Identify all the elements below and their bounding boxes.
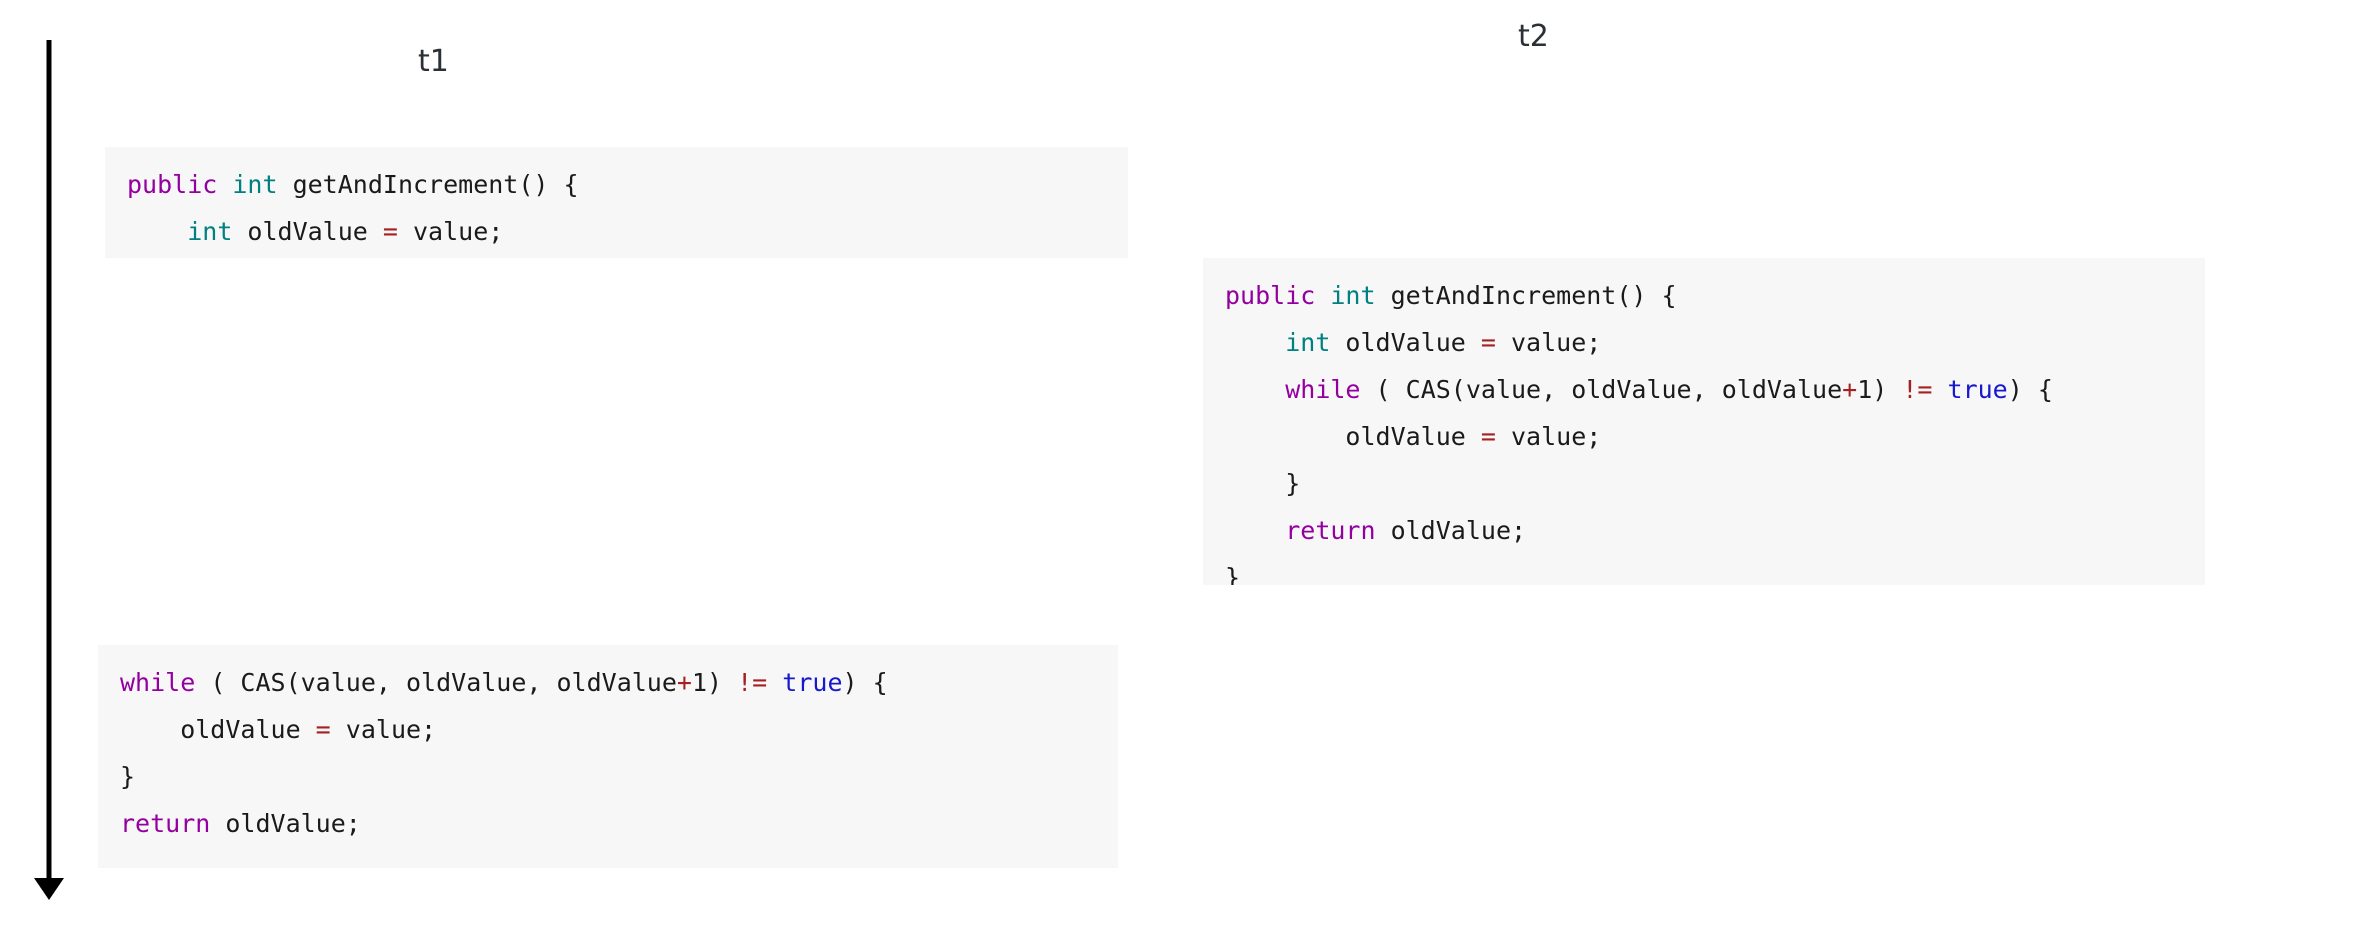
code-token-op: = xyxy=(1480,328,1496,357)
code-token-id: value; xyxy=(397,217,504,246)
code-token-id: value; xyxy=(330,715,437,744)
code-token-id xyxy=(1315,281,1330,310)
code-line: int oldValue = value; xyxy=(127,208,1106,255)
code-line: oldValue = value; xyxy=(120,706,1096,753)
code-token-id: oldValue; xyxy=(210,809,361,838)
code-line: return oldValue; xyxy=(120,800,1096,847)
code-token-op: + xyxy=(1842,375,1858,404)
code-token-op: = xyxy=(382,217,398,246)
code-line: public int getAndIncrement() { xyxy=(127,161,1106,208)
code-line: } xyxy=(1225,554,2183,585)
code-line: while ( CAS(value, oldValue, oldValue+1)… xyxy=(1225,366,2183,413)
code-line: public int getAndIncrement() { xyxy=(1225,272,2183,319)
code-token-kw: while xyxy=(120,668,196,697)
code-token-id: oldValue xyxy=(120,715,316,744)
code-line: while ( CAS(value, oldValue, oldValue+1)… xyxy=(120,659,1096,706)
code-token-id xyxy=(767,668,782,697)
code-token-id: ) { xyxy=(2007,375,2053,404)
code-token-id: } xyxy=(120,762,136,791)
diagram-canvas: t1 t2 public int getAndIncrement() { int… xyxy=(0,0,2378,948)
code-token-op: = xyxy=(1480,422,1496,451)
code-token-id xyxy=(1225,375,1285,404)
time-arrow-icon xyxy=(34,40,64,900)
code-token-id: ( CAS(value, oldValue, oldValue xyxy=(195,668,677,697)
code-token-id: oldValue xyxy=(232,217,383,246)
code-token-id: 1) xyxy=(1857,375,1903,404)
thread-label-t2: t2 xyxy=(1518,19,1549,54)
code-token-id xyxy=(127,217,187,246)
code-line: oldValue = value; xyxy=(1225,413,2183,460)
code-token-id: 1) xyxy=(691,668,738,697)
code-token-kw: public xyxy=(1225,281,1316,310)
code-token-id: value; xyxy=(1495,328,1602,357)
code-token-id: getAndIncrement() { xyxy=(277,170,579,199)
code-token-id: oldValue; xyxy=(1375,516,1527,545)
code-block-t2: public int getAndIncrement() { int oldVa… xyxy=(1203,258,2205,585)
code-token-id xyxy=(1225,328,1285,357)
code-token-kw: public xyxy=(127,170,218,199)
code-block-t1-second: while ( CAS(value, oldValue, oldValue+1)… xyxy=(98,645,1118,868)
code-token-op: = xyxy=(315,715,331,744)
code-line: return oldValue; xyxy=(1225,507,2183,554)
code-token-id xyxy=(1932,375,1947,404)
code-token-id: } xyxy=(1225,469,1301,498)
code-token-id: oldValue xyxy=(1225,422,1481,451)
thread-label-t1: t1 xyxy=(418,44,449,79)
code-token-id: } xyxy=(1225,563,1241,585)
code-token-id: value; xyxy=(1495,422,1602,451)
code-token-op: != xyxy=(737,668,768,697)
code-token-kw: while xyxy=(1285,375,1361,404)
code-token-kw: return xyxy=(120,809,211,838)
code-token-lit: true xyxy=(1947,375,2008,404)
code-token-lit: true xyxy=(782,668,843,697)
code-token-id: ( CAS(value, oldValue, oldValue xyxy=(1360,375,1843,404)
code-token-id xyxy=(1225,516,1285,545)
code-token-id: ) { xyxy=(842,668,888,697)
code-token-type: int xyxy=(187,217,233,246)
code-token-type: int xyxy=(232,170,278,199)
code-line: int oldValue = value; xyxy=(1225,319,2183,366)
code-token-id: oldValue xyxy=(1330,328,1481,357)
code-token-kw: return xyxy=(1285,516,1376,545)
code-token-op: + xyxy=(676,668,692,697)
code-token-id xyxy=(217,170,232,199)
code-token-id: getAndIncrement() { xyxy=(1375,281,1677,310)
code-token-type: int xyxy=(1285,328,1331,357)
code-token-op: != xyxy=(1902,375,1933,404)
code-line: } xyxy=(1225,460,2183,507)
code-token-type: int xyxy=(1330,281,1376,310)
code-line: } xyxy=(120,753,1096,800)
code-block-t1-first: public int getAndIncrement() { int oldVa… xyxy=(105,147,1128,258)
